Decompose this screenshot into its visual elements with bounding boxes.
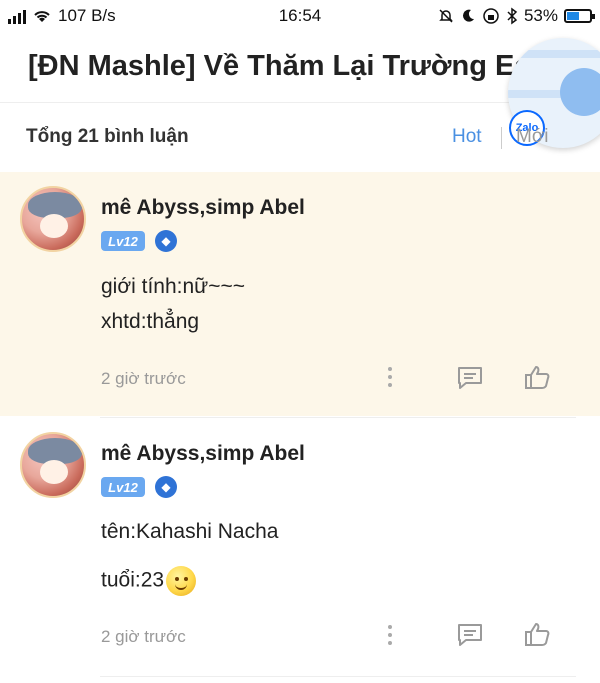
vip-diamond-icon: ◆ (155, 230, 177, 252)
battery-icon (564, 9, 595, 23)
avatar[interactable] (20, 186, 86, 252)
level-badge: Lv12 (101, 231, 145, 251)
comment-text-line: xhtd:thẳng (101, 310, 200, 333)
comments-total: Tổng 21 bình luận (26, 126, 189, 147)
more-vertical-icon[interactable] (384, 365, 396, 389)
sort-hot-tab[interactable]: Hot (452, 126, 482, 148)
avatar[interactable] (20, 432, 86, 498)
comment-text: tuổi:23 (101, 568, 165, 592)
moon-icon (462, 9, 474, 22)
comment-text-line: tên:Kahashi Nacha (101, 520, 279, 543)
comment-text-line: giới tính:nữ~~~ (101, 275, 246, 298)
level-badge: Lv12 (101, 477, 145, 497)
comment-time: 2 giờ trước (101, 369, 186, 388)
comment-item: mê Abyss,simp Abel Lv12 ◆ tên:Kahashi Na… (0, 418, 600, 683)
status-left: 107 B/s (8, 6, 116, 26)
avatar-face (40, 460, 68, 484)
sort-divider (501, 127, 502, 149)
network-speed: 107 B/s (58, 6, 116, 25)
thumb-up-icon[interactable] (523, 620, 551, 648)
status-right: 53% (438, 6, 595, 26)
battery-fill (567, 12, 579, 20)
comment-time: 2 giờ trước (101, 627, 186, 646)
sort-new-tab[interactable]: Mới (516, 126, 549, 148)
comment-icon[interactable] (456, 621, 484, 649)
page-title: [ĐN Mashle] Về Thăm Lại Trường Ea (28, 50, 531, 82)
comment-username[interactable]: mê Abyss,simp Abel (101, 196, 305, 220)
comment-text-line: tuổi:23 (101, 566, 197, 596)
vip-diamond-icon: ◆ (155, 476, 177, 498)
comment-divider (100, 676, 576, 677)
battery-text: 53% (523, 6, 558, 25)
bubble-stripe (508, 50, 600, 58)
wifi-icon (34, 11, 50, 22)
more-vertical-icon[interactable] (384, 623, 396, 647)
status-bar: 107 B/s 16:54 53% (0, 0, 600, 32)
smile-emoji-icon (166, 566, 197, 596)
comment-username[interactable]: mê Abyss,simp Abel (101, 442, 305, 466)
comment-item: mê Abyss,simp Abel Lv12 ◆ giới tính:nữ~~… (0, 172, 600, 416)
comment-icon[interactable] (456, 364, 484, 392)
signal-icon (8, 8, 26, 24)
bluetooth-icon (507, 7, 518, 25)
thumb-up-icon[interactable] (523, 363, 551, 391)
avatar-face (40, 214, 68, 238)
comments-header: Tổng 21 bình luận Hot Mới (0, 103, 600, 171)
lock-rotation-icon (483, 8, 499, 24)
bell-off-icon (439, 9, 453, 23)
